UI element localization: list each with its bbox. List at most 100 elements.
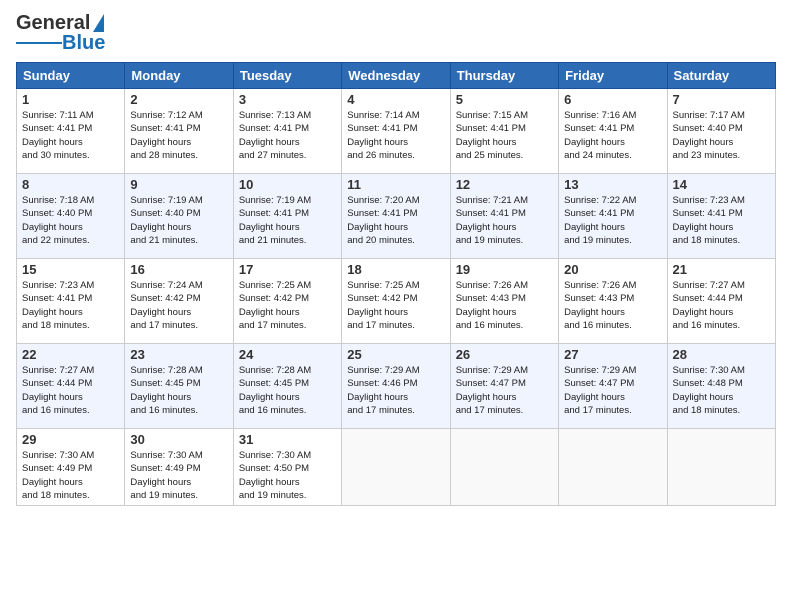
calendar-cell: 21 Sunrise: 7:27 AM Sunset: 4:44 PM Dayl…	[667, 259, 775, 344]
header-monday: Monday	[125, 63, 233, 89]
calendar-table: SundayMondayTuesdayWednesdayThursdayFrid…	[16, 62, 776, 506]
day-number: 31	[239, 432, 336, 447]
day-number: 1	[22, 92, 119, 107]
calendar-cell	[342, 429, 450, 506]
cell-info: Sunrise: 7:29 AM Sunset: 4:47 PM Dayligh…	[456, 364, 553, 417]
cell-info: Sunrise: 7:11 AM Sunset: 4:41 PM Dayligh…	[22, 109, 119, 162]
cell-info: Sunrise: 7:18 AM Sunset: 4:40 PM Dayligh…	[22, 194, 119, 247]
calendar-cell: 5 Sunrise: 7:15 AM Sunset: 4:41 PM Dayli…	[450, 89, 558, 174]
day-number: 16	[130, 262, 227, 277]
day-number: 22	[22, 347, 119, 362]
cell-info: Sunrise: 7:19 AM Sunset: 4:41 PM Dayligh…	[239, 194, 336, 247]
day-number: 25	[347, 347, 444, 362]
day-number: 13	[564, 177, 661, 192]
cell-info: Sunrise: 7:19 AM Sunset: 4:40 PM Dayligh…	[130, 194, 227, 247]
header-friday: Friday	[559, 63, 667, 89]
day-number: 15	[22, 262, 119, 277]
calendar-cell: 4 Sunrise: 7:14 AM Sunset: 4:41 PM Dayli…	[342, 89, 450, 174]
calendar-cell: 7 Sunrise: 7:17 AM Sunset: 4:40 PM Dayli…	[667, 89, 775, 174]
day-number: 21	[673, 262, 770, 277]
day-number: 8	[22, 177, 119, 192]
cell-info: Sunrise: 7:28 AM Sunset: 4:45 PM Dayligh…	[130, 364, 227, 417]
day-number: 5	[456, 92, 553, 107]
cell-info: Sunrise: 7:13 AM Sunset: 4:41 PM Dayligh…	[239, 109, 336, 162]
calendar-cell: 23 Sunrise: 7:28 AM Sunset: 4:45 PM Dayl…	[125, 344, 233, 429]
day-number: 19	[456, 262, 553, 277]
calendar-page: General Blue SundayMondayTuesdayWednesda…	[0, 0, 792, 516]
day-number: 27	[564, 347, 661, 362]
logo-blue: Blue	[62, 32, 105, 54]
day-number: 28	[673, 347, 770, 362]
calendar-cell: 19 Sunrise: 7:26 AM Sunset: 4:43 PM Dayl…	[450, 259, 558, 344]
cell-info: Sunrise: 7:24 AM Sunset: 4:42 PM Dayligh…	[130, 279, 227, 332]
calendar-cell: 6 Sunrise: 7:16 AM Sunset: 4:41 PM Dayli…	[559, 89, 667, 174]
cell-info: Sunrise: 7:29 AM Sunset: 4:46 PM Dayligh…	[347, 364, 444, 417]
calendar-cell: 8 Sunrise: 7:18 AM Sunset: 4:40 PM Dayli…	[17, 174, 125, 259]
cell-info: Sunrise: 7:25 AM Sunset: 4:42 PM Dayligh…	[239, 279, 336, 332]
calendar-cell: 28 Sunrise: 7:30 AM Sunset: 4:48 PM Dayl…	[667, 344, 775, 429]
cell-info: Sunrise: 7:22 AM Sunset: 4:41 PM Dayligh…	[564, 194, 661, 247]
calendar-cell: 20 Sunrise: 7:26 AM Sunset: 4:43 PM Dayl…	[559, 259, 667, 344]
day-number: 26	[456, 347, 553, 362]
logo: General Blue	[16, 12, 105, 54]
cell-info: Sunrise: 7:15 AM Sunset: 4:41 PM Dayligh…	[456, 109, 553, 162]
cell-info: Sunrise: 7:30 AM Sunset: 4:50 PM Dayligh…	[239, 449, 336, 502]
cell-info: Sunrise: 7:17 AM Sunset: 4:40 PM Dayligh…	[673, 109, 770, 162]
header: General Blue	[16, 12, 776, 54]
header-saturday: Saturday	[667, 63, 775, 89]
day-number: 9	[130, 177, 227, 192]
header-sunday: Sunday	[17, 63, 125, 89]
cell-info: Sunrise: 7:30 AM Sunset: 4:49 PM Dayligh…	[130, 449, 227, 502]
cell-info: Sunrise: 7:27 AM Sunset: 4:44 PM Dayligh…	[22, 364, 119, 417]
logo-triangle-icon	[93, 14, 104, 32]
day-number: 4	[347, 92, 444, 107]
calendar-cell: 1 Sunrise: 7:11 AM Sunset: 4:41 PM Dayli…	[17, 89, 125, 174]
cell-info: Sunrise: 7:28 AM Sunset: 4:45 PM Dayligh…	[239, 364, 336, 417]
calendar-cell	[450, 429, 558, 506]
cell-info: Sunrise: 7:23 AM Sunset: 4:41 PM Dayligh…	[673, 194, 770, 247]
cell-info: Sunrise: 7:26 AM Sunset: 4:43 PM Dayligh…	[564, 279, 661, 332]
calendar-cell: 9 Sunrise: 7:19 AM Sunset: 4:40 PM Dayli…	[125, 174, 233, 259]
header-row: SundayMondayTuesdayWednesdayThursdayFrid…	[17, 63, 776, 89]
day-number: 6	[564, 92, 661, 107]
calendar-cell: 10 Sunrise: 7:19 AM Sunset: 4:41 PM Dayl…	[233, 174, 341, 259]
cell-info: Sunrise: 7:27 AM Sunset: 4:44 PM Dayligh…	[673, 279, 770, 332]
calendar-cell: 27 Sunrise: 7:29 AM Sunset: 4:47 PM Dayl…	[559, 344, 667, 429]
day-number: 18	[347, 262, 444, 277]
logo-underline	[16, 42, 62, 44]
header-wednesday: Wednesday	[342, 63, 450, 89]
cell-info: Sunrise: 7:21 AM Sunset: 4:41 PM Dayligh…	[456, 194, 553, 247]
day-number: 14	[673, 177, 770, 192]
calendar-cell: 3 Sunrise: 7:13 AM Sunset: 4:41 PM Dayli…	[233, 89, 341, 174]
calendar-cell: 22 Sunrise: 7:27 AM Sunset: 4:44 PM Dayl…	[17, 344, 125, 429]
day-number: 2	[130, 92, 227, 107]
cell-info: Sunrise: 7:30 AM Sunset: 4:49 PM Dayligh…	[22, 449, 119, 502]
day-number: 7	[673, 92, 770, 107]
day-number: 3	[239, 92, 336, 107]
logo-general: General	[16, 12, 90, 34]
cell-info: Sunrise: 7:25 AM Sunset: 4:42 PM Dayligh…	[347, 279, 444, 332]
day-number: 29	[22, 432, 119, 447]
calendar-cell: 29 Sunrise: 7:30 AM Sunset: 4:49 PM Dayl…	[17, 429, 125, 506]
day-number: 11	[347, 177, 444, 192]
cell-info: Sunrise: 7:20 AM Sunset: 4:41 PM Dayligh…	[347, 194, 444, 247]
calendar-cell: 16 Sunrise: 7:24 AM Sunset: 4:42 PM Dayl…	[125, 259, 233, 344]
day-number: 24	[239, 347, 336, 362]
cell-info: Sunrise: 7:26 AM Sunset: 4:43 PM Dayligh…	[456, 279, 553, 332]
calendar-cell: 11 Sunrise: 7:20 AM Sunset: 4:41 PM Dayl…	[342, 174, 450, 259]
calendar-cell: 12 Sunrise: 7:21 AM Sunset: 4:41 PM Dayl…	[450, 174, 558, 259]
calendar-cell: 14 Sunrise: 7:23 AM Sunset: 4:41 PM Dayl…	[667, 174, 775, 259]
calendar-cell: 15 Sunrise: 7:23 AM Sunset: 4:41 PM Dayl…	[17, 259, 125, 344]
calendar-cell	[559, 429, 667, 506]
calendar-cell: 13 Sunrise: 7:22 AM Sunset: 4:41 PM Dayl…	[559, 174, 667, 259]
calendar-cell: 30 Sunrise: 7:30 AM Sunset: 4:49 PM Dayl…	[125, 429, 233, 506]
cell-info: Sunrise: 7:12 AM Sunset: 4:41 PM Dayligh…	[130, 109, 227, 162]
cell-info: Sunrise: 7:29 AM Sunset: 4:47 PM Dayligh…	[564, 364, 661, 417]
cell-info: Sunrise: 7:30 AM Sunset: 4:48 PM Dayligh…	[673, 364, 770, 417]
cell-info: Sunrise: 7:14 AM Sunset: 4:41 PM Dayligh…	[347, 109, 444, 162]
calendar-cell: 31 Sunrise: 7:30 AM Sunset: 4:50 PM Dayl…	[233, 429, 341, 506]
calendar-cell: 25 Sunrise: 7:29 AM Sunset: 4:46 PM Dayl…	[342, 344, 450, 429]
calendar-cell: 17 Sunrise: 7:25 AM Sunset: 4:42 PM Dayl…	[233, 259, 341, 344]
calendar-cell: 26 Sunrise: 7:29 AM Sunset: 4:47 PM Dayl…	[450, 344, 558, 429]
header-thursday: Thursday	[450, 63, 558, 89]
